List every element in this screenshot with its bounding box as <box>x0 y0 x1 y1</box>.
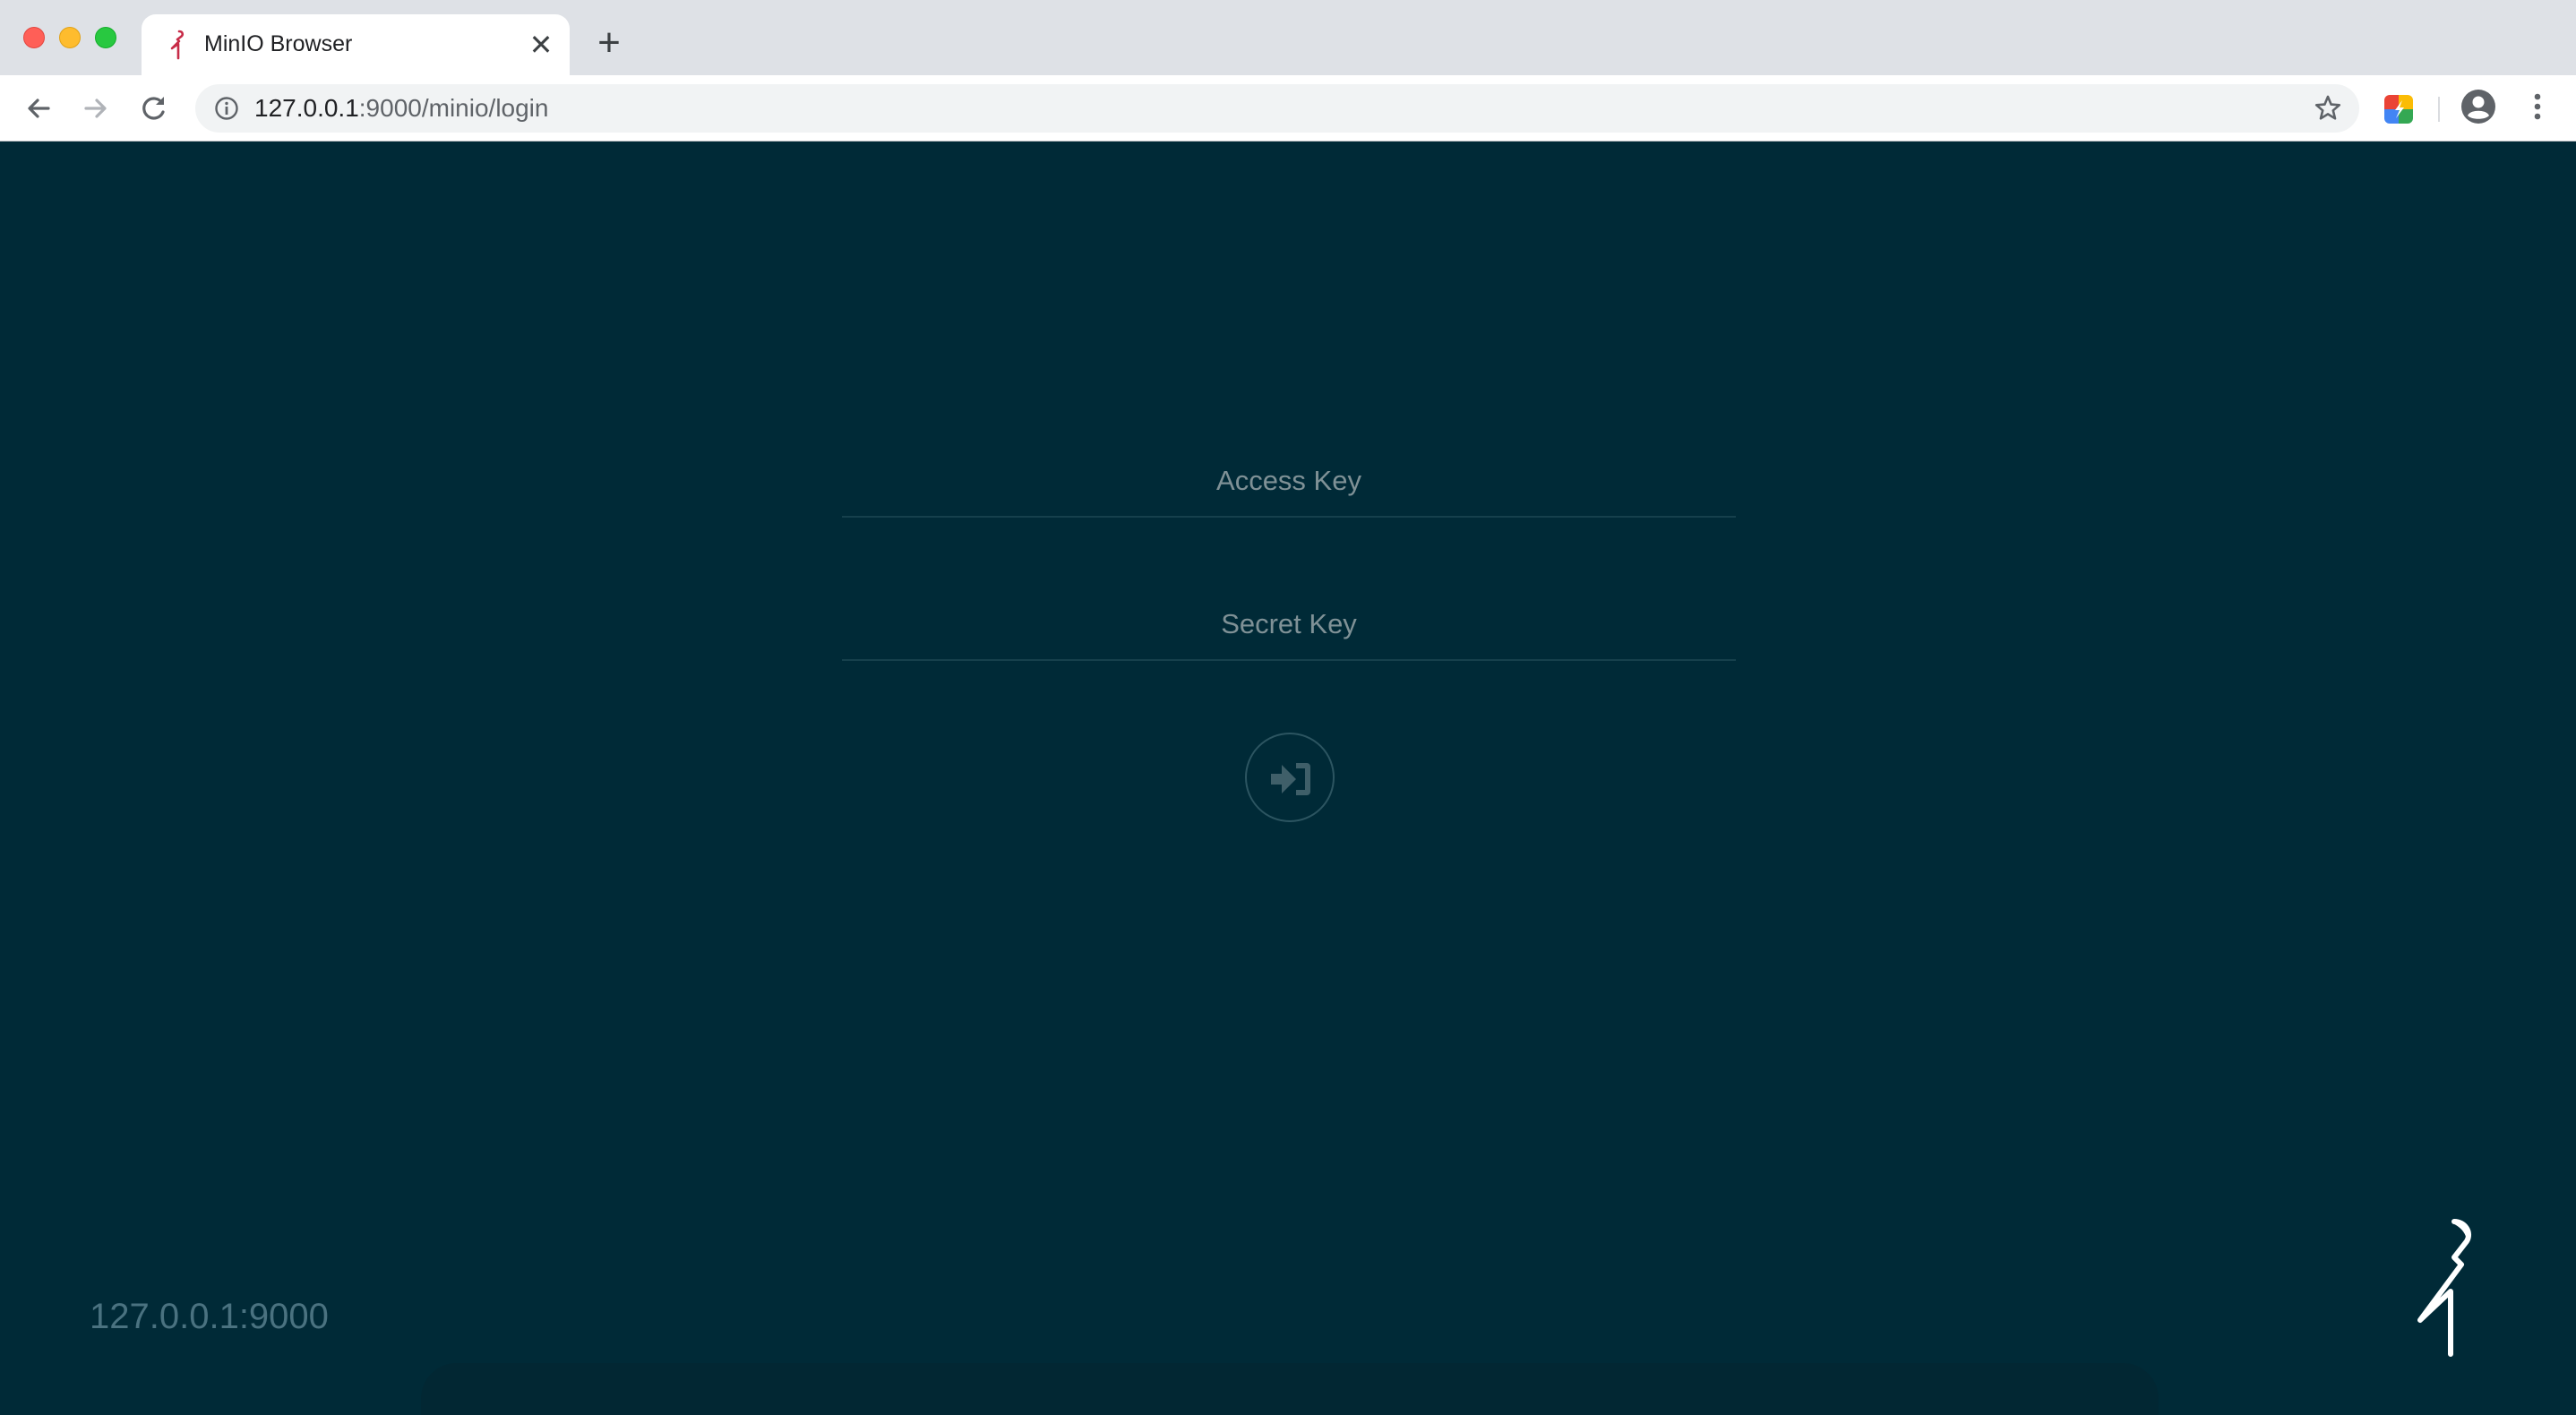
minio-logo-icon <box>2409 1216 2490 1361</box>
tab-title: MinIO Browser <box>204 31 353 56</box>
kebab-menu-icon[interactable] <box>2519 88 2556 125</box>
reload-icon[interactable] <box>134 90 172 127</box>
tab-strip: MinIO Browser ✕ + <box>0 0 2576 75</box>
toolbar-separator <box>2438 97 2440 122</box>
profile-avatar-icon[interactable] <box>2460 88 2497 125</box>
login-form <box>842 446 1736 733</box>
address-url[interactable]: 127.0.0.1:9000/minio/login <box>254 95 548 122</box>
sign-in-icon <box>1271 763 1310 795</box>
window-maximize-button[interactable] <box>95 27 116 48</box>
info-icon[interactable] <box>213 95 240 122</box>
access-key-input[interactable] <box>842 446 1736 516</box>
server-host-label: 127.0.0.1:9000 <box>90 1297 329 1336</box>
url-path: :9000/minio/login <box>358 94 549 122</box>
login-submit-button[interactable] <box>1245 733 1335 822</box>
url-host: 127.0.0.1 <box>254 94 359 122</box>
tab-close-icon[interactable]: ✕ <box>525 29 557 61</box>
bookmark-star-icon[interactable] <box>2313 93 2343 124</box>
tab-minio-browser[interactable]: MinIO Browser ✕ <box>142 14 570 75</box>
extension-icon[interactable] <box>2384 95 2413 124</box>
forward-arrow-icon[interactable] <box>77 90 115 127</box>
new-tab-button[interactable]: + <box>589 23 629 64</box>
secret-key-input[interactable] <box>842 589 1736 659</box>
window-minimize-button[interactable] <box>59 27 81 48</box>
minio-flamingo-icon <box>165 29 190 61</box>
back-arrow-icon[interactable] <box>20 90 57 127</box>
browser-toolbar: 127.0.0.1:9000/minio/login <box>0 75 2576 142</box>
access-key-field <box>842 446 1736 518</box>
secret-key-field <box>842 589 1736 661</box>
login-page: 127.0.0.1:9000 <box>0 142 2576 1415</box>
address-bar[interactable]: 127.0.0.1:9000/minio/login <box>195 84 2359 133</box>
bottom-panel-edge <box>421 1363 2159 1415</box>
window-close-button[interactable] <box>23 27 45 48</box>
browser-window: MinIO Browser ✕ + 127.0.0.1:9000/minio/l… <box>0 0 2576 1415</box>
